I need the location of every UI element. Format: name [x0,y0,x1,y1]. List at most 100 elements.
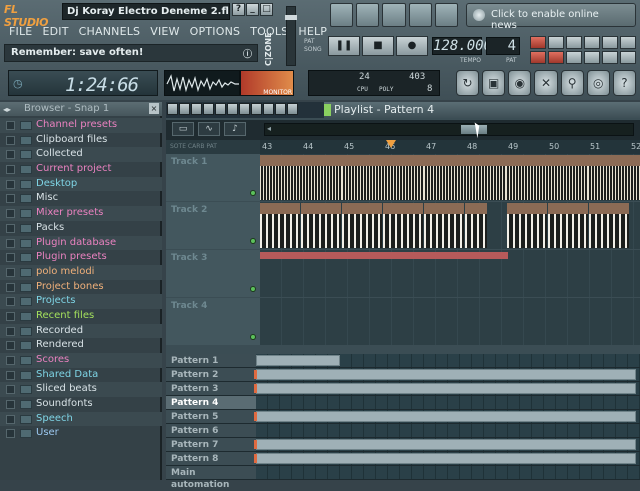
browser-item[interactable]: Rendered [0,338,162,353]
pattern-name[interactable]: Main automation [166,466,256,490]
pattern-row[interactable]: Pattern 6 [166,424,640,438]
track-1-lane[interactable]: EHG DRUMS 15 EHG DRUMS 15 EHG DRUMS 15 EHG … [260,154,640,201]
pattern-row[interactable]: Pattern 1 [166,354,640,368]
browser-item[interactable]: Soundfonts [0,397,162,412]
tab-automation-icon[interactable]: ♪ [224,122,246,136]
browser-item[interactable]: Shared Data [0,368,162,383]
expand-icon[interactable] [6,121,15,130]
mode-button-9[interactable] [566,51,582,64]
browser-item[interactable]: polo melodi [0,264,162,280]
pattern-clip[interactable]: EHG ... [383,203,423,248]
pattern-row[interactable]: Pattern 8 [166,452,640,466]
pattern-lane[interactable] [256,382,640,395]
expand-icon[interactable] [6,385,15,395]
expand-icon[interactable] [6,194,15,204]
expand-icon[interactable] [6,400,15,410]
expand-icon[interactable] [6,297,15,307]
pattern-block[interactable] [256,355,340,366]
track-4-label[interactable]: Track 4 [166,298,260,345]
menu-file[interactable]: FILE [4,24,37,40]
expand-icon[interactable] [6,370,15,380]
browser-item[interactable]: Clipboard files [0,133,162,148]
pat-song-switch[interactable]: PAT SONG [304,38,322,54]
pattern-clip[interactable]: EHG DRUMS 15 [506,155,588,200]
mixer-shortcut[interactable] [434,3,459,27]
mode-button-5[interactable] [602,36,618,49]
pattern-lane[interactable] [256,438,640,451]
track-3-label[interactable]: Track 3 [166,250,260,297]
expand-icon[interactable] [6,135,15,145]
record-button[interactable]: ● [396,36,428,56]
mute-icon[interactable] [215,103,226,115]
expand-icon[interactable] [6,150,15,160]
pattern-clip[interactable]: EHG ... [465,203,487,248]
pattern-lane[interactable] [256,452,640,465]
delete-icon[interactable] [203,103,214,115]
browser-item[interactable]: Mixer presets [0,206,162,221]
browser-item[interactable]: Current project [0,162,162,177]
pattern-name[interactable]: Pattern 3 [166,382,256,396]
browser-item[interactable]: Plugin presets [0,250,162,265]
browser-item[interactable]: Collected [0,147,162,163]
browser-item[interactable]: Recorded [0,323,162,339]
track-4-lane[interactable] [260,298,640,345]
expand-icon[interactable] [6,282,15,292]
pattern-block[interactable] [256,453,636,464]
pattern-block[interactable] [256,439,636,450]
scroll-left-icon[interactable]: ◂ [267,124,271,133]
mode-button-10[interactable] [584,51,600,64]
expand-icon[interactable] [6,356,15,365]
save-icon[interactable]: ▣ [482,70,506,96]
pattern-lane[interactable] [256,368,640,381]
expand-icon[interactable] [6,267,15,277]
pattern-name[interactable]: Pattern 7 [166,438,256,452]
pattern-row[interactable]: Pattern 2 [166,368,640,382]
pattern-name[interactable]: Pattern 1 [166,354,256,368]
mode-button-6[interactable] [620,36,636,49]
more-icon[interactable] [287,103,298,115]
play-icon[interactable] [275,103,286,115]
browser-item[interactable]: Speech [0,411,162,427]
pattern-clip[interactable]: EHG ... [548,203,588,248]
pattern-clip[interactable]: EHG ... [260,203,300,248]
pattern-row[interactable]: Pattern 3 [166,382,640,396]
pattern-lane[interactable] [256,424,640,437]
pattern-clip[interactable]: EHG ... [424,203,464,248]
select-icon[interactable] [251,103,262,115]
track-4-mute[interactable] [250,334,256,340]
master-volume-slider[interactable] [285,6,297,66]
paint-icon[interactable] [191,103,202,115]
timeline-ruler[interactable]: 43 44 45 46 47 48 49 50 51 52 [260,140,640,154]
tab-patterns-icon[interactable]: ▭ [172,122,194,136]
playhead-marker[interactable] [386,140,396,148]
track-3-mute[interactable] [250,286,256,292]
pattern-clip[interactable]: EHG DRUMS 15 [424,155,506,200]
browser-item[interactable]: Scores [0,353,162,368]
menu-edit[interactable]: EDIT [37,24,73,40]
mode-button-8[interactable] [548,51,564,64]
browser-item[interactable]: Recent files [0,309,162,324]
slip-icon[interactable] [227,103,238,115]
browser-item[interactable]: Misc [0,191,162,206]
browser-item[interactable]: Projects [0,294,162,309]
pattern-name[interactable]: Pattern 4 [166,396,256,410]
stepseq-shortcut[interactable] [356,3,380,27]
pattern-clip[interactable]: EHG ... [342,203,382,248]
pattern-name[interactable]: Pattern 2 [166,368,256,382]
pattern-row[interactable]: Main automation [166,466,640,490]
menu-view[interactable]: VIEW [145,24,184,40]
wrench-icon[interactable]: ✕ [534,70,558,96]
menu-channels[interactable]: CHANNELS [74,24,146,40]
browser-arrow-icon[interactable]: ◂▸ [3,103,11,117]
draw-icon[interactable] [179,103,190,115]
pattern-row[interactable]: Pattern 4 [166,396,640,410]
tempo-display[interactable]: 128.000 [432,37,492,55]
scrollbar-thumb[interactable] [461,125,487,134]
expand-icon[interactable] [6,326,15,336]
pattern-name[interactable]: Pattern 8 [166,452,256,466]
expand-icon[interactable] [6,341,15,351]
playlist-shortcut[interactable] [330,3,354,27]
pattern-row[interactable]: Pattern 7 [166,438,640,452]
pattern-lane[interactable] [256,466,640,479]
expand-icon[interactable] [6,253,15,263]
